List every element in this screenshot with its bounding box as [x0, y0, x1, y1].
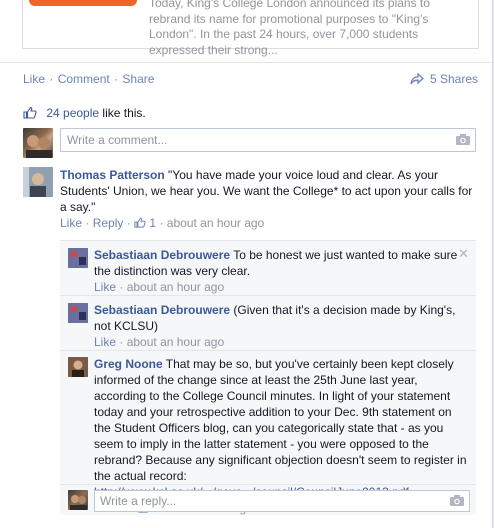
reply-avatar[interactable] — [68, 248, 88, 268]
comment-input[interactable]: Write a comment... — [60, 128, 476, 152]
avatar-photo-icon — [68, 357, 88, 377]
reply-meta: Like · about an hour ago — [94, 279, 464, 295]
separator: · — [85, 216, 90, 230]
comment-time[interactable]: about an hour ago — [167, 216, 264, 230]
shares-count[interactable]: 5 Shares — [409, 72, 478, 86]
separator: · — [126, 216, 131, 230]
reply-author[interactable]: Greg Noone — [94, 357, 163, 371]
separator: · — [114, 72, 119, 86]
reply-like-link[interactable]: Like — [94, 335, 116, 349]
comment-placeholder: Write a comment... — [67, 133, 168, 147]
reply-text: That may be so, but you've certainly bee… — [94, 357, 467, 483]
preview-image-button[interactable] — [29, 0, 137, 6]
reply-author[interactable]: Sebastiaan Debrouwere — [94, 303, 230, 317]
comment-author[interactable]: Thomas Patterson — [60, 168, 165, 182]
reply-author[interactable]: Sebastiaan Debrouwere — [94, 248, 230, 262]
action-links: Like · Comment · Share — [23, 72, 154, 86]
reply-input[interactable]: Write a reply... — [94, 490, 470, 512]
like-link[interactable]: Like — [23, 72, 45, 86]
comment-like-link[interactable]: Like — [60, 216, 82, 230]
avatar-photo-icon — [68, 248, 88, 268]
current-user-avatar[interactable] — [68, 490, 88, 510]
thumbs-up-icon — [23, 106, 37, 119]
thumbs-up-icon — [134, 217, 146, 228]
separator: · — [49, 72, 54, 86]
separator: · — [159, 216, 164, 230]
avatar-photo-icon — [70, 495, 87, 510]
post-card: Today, King's College London announced i… — [0, 0, 493, 528]
comment-like-count[interactable]: 1 — [149, 216, 156, 230]
separator: · — [119, 280, 124, 294]
shares-label: 5 Shares — [429, 72, 478, 86]
share-arrow-icon — [409, 72, 424, 85]
avatar-photo-icon — [23, 167, 53, 197]
comment: Thomas Patterson "You have made your voi… — [60, 167, 478, 231]
reply-time[interactable]: about an hour ago — [127, 280, 224, 294]
replies-section: ✕ Sebastiaan Debrouwere To be honest we … — [60, 240, 476, 515]
camera-icon[interactable] — [455, 133, 471, 146]
reply: Sebastiaan Debrouwere (Given that it's a… — [94, 302, 464, 350]
reply-avatar[interactable] — [68, 357, 88, 377]
reply-avatar[interactable] — [68, 303, 88, 323]
likes-summary: 24 people like this. — [23, 106, 146, 120]
comment-link[interactable]: Comment — [58, 72, 110, 86]
avatar-photo-icon — [68, 303, 88, 323]
likes-people-link[interactable]: 24 people — [46, 106, 99, 120]
reply: Sebastiaan Debrouwere To be honest we ju… — [94, 247, 464, 295]
separator: · — [119, 335, 124, 349]
action-bar: Like · Comment · Share 5 Shares — [0, 62, 492, 93]
camera-icon[interactable] — [449, 494, 465, 507]
divider — [60, 484, 476, 485]
share-link[interactable]: Share — [122, 72, 154, 86]
link-preview[interactable]: Today, King's College London announced i… — [22, 0, 479, 57]
divider — [60, 295, 476, 296]
reply-meta: Like · about an hour ago — [94, 334, 464, 350]
reply-time[interactable]: about an hour ago — [127, 335, 224, 349]
avatar-photo-icon — [26, 135, 52, 158]
reply-placeholder: Write a reply... — [100, 494, 177, 508]
comment-meta: Like · Reply · 1 · about an hour ago — [60, 215, 478, 231]
reply-like-link[interactable]: Like — [94, 280, 116, 294]
current-user-avatar[interactable] — [23, 128, 53, 158]
commenter-avatar[interactable] — [23, 167, 53, 197]
likes-suffix: like this. — [102, 106, 146, 120]
comment-reply-link[interactable]: Reply — [93, 216, 124, 230]
divider — [60, 350, 476, 351]
preview-text: Today, King's College London announced i… — [149, 0, 430, 57]
